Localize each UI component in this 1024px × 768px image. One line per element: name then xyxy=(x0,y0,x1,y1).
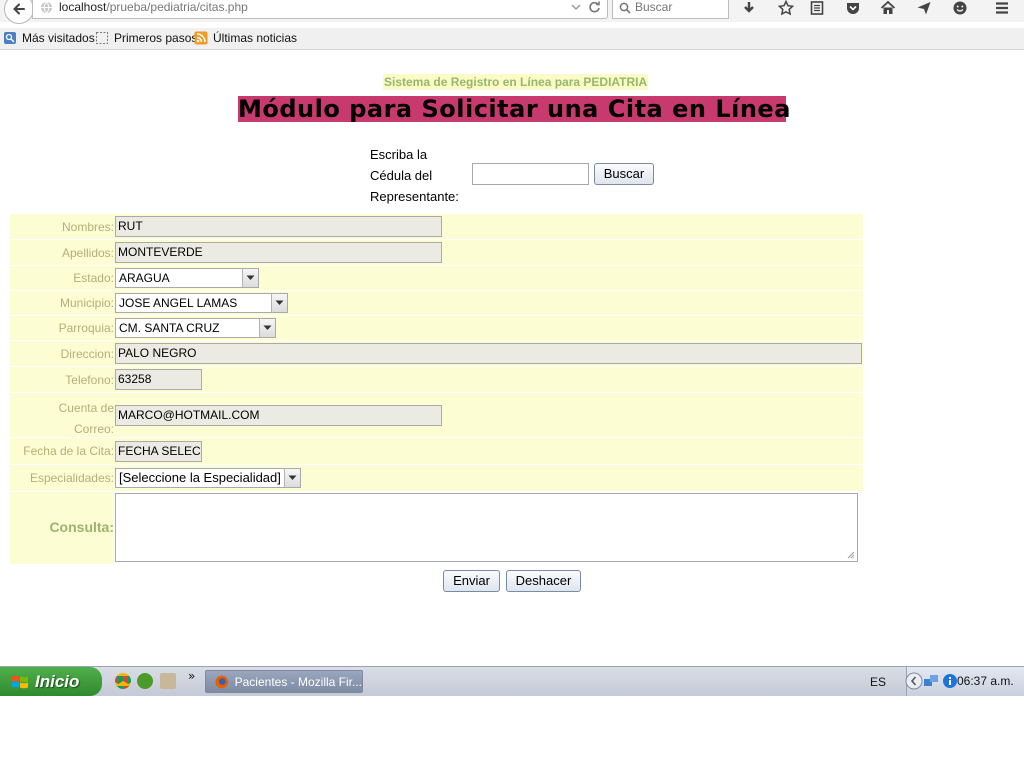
correo-field[interactable]: MARCO@HOTMAIL.COM xyxy=(115,405,442,426)
correo-label: Cuenta de Correo: xyxy=(58,401,114,436)
menu-button[interactable] xyxy=(991,0,1013,18)
apellidos-field[interactable]: MONTEVERDE xyxy=(115,242,442,263)
info-icon[interactable] xyxy=(942,673,958,689)
cedula-input[interactable] xyxy=(472,163,589,185)
resize-grip-icon[interactable] xyxy=(847,551,855,559)
row-direccion: Direccion: PALO NEGRO xyxy=(10,341,863,366)
bookmarks-bar: Más visitados Primeros pasos Últimas not… xyxy=(0,28,1024,50)
row-estado: Estado: ARAGUA xyxy=(10,266,863,290)
language-indicator[interactable]: ES xyxy=(870,675,886,689)
especialidades-label: Especialidades: xyxy=(29,471,114,485)
bookmark-star-button[interactable] xyxy=(775,0,797,18)
bookmark-mas-visitados[interactable]: Más visitados xyxy=(3,31,95,45)
chrome-icon[interactable] xyxy=(115,673,131,689)
pocket-icon xyxy=(847,3,859,14)
globe-icon xyxy=(41,1,52,14)
pocket-button[interactable] xyxy=(842,0,864,18)
estado-select[interactable]: ARAGUA xyxy=(115,268,259,288)
row-especialidades: Especialidades: [Seleccione la Especiali… xyxy=(10,465,863,491)
hello-button[interactable] xyxy=(949,0,971,18)
chevron-down-icon xyxy=(259,319,275,337)
smiley-icon xyxy=(953,1,967,15)
share-button[interactable] xyxy=(913,0,935,18)
most-visited-icon xyxy=(4,32,16,44)
firefox-icon xyxy=(215,675,229,688)
rss-feed-icon xyxy=(194,31,208,45)
blank-page-icon xyxy=(96,32,108,44)
consulta-textarea[interactable] xyxy=(115,493,858,562)
fecha-field[interactable]: FECHA SELECC xyxy=(115,441,202,462)
download-icon xyxy=(744,2,754,13)
row-municipio: Municipio: JOSE ANGEL LAMAS xyxy=(10,291,863,315)
estado-label: Estado: xyxy=(73,271,114,285)
municipio-label: Municipio: xyxy=(59,296,114,310)
chevron-down-icon xyxy=(271,294,287,312)
windows-logo-icon xyxy=(12,675,28,688)
back-arrow-icon xyxy=(13,3,25,15)
back-button[interactable] xyxy=(4,0,34,24)
network-icon[interactable] xyxy=(923,673,939,689)
send-icon xyxy=(917,2,931,15)
browser-search-input[interactable] xyxy=(635,0,725,14)
row-apellidos: Apellidos: MONTEVERDE xyxy=(10,240,863,265)
enviar-button[interactable]: Enviar xyxy=(443,570,500,592)
direccion-field[interactable]: PALO NEGRO xyxy=(115,343,862,364)
deshacer-button[interactable]: Deshacer xyxy=(506,570,581,592)
chevron-down-icon xyxy=(242,269,258,287)
search-icon xyxy=(619,2,631,14)
page-title: Módulo para Solicitar una Cita en Línea xyxy=(238,95,791,123)
start-button[interactable]: Inicio xyxy=(0,667,102,696)
app-launcher-icon[interactable] xyxy=(137,673,153,689)
star-icon xyxy=(778,0,794,16)
row-parroquia: Parroquia: CM. SANTA CRUZ xyxy=(10,316,863,340)
telefono-label: Telefono: xyxy=(65,373,114,387)
page-subtitle: Sistema de Registro en Línea para PEDIAT… xyxy=(383,74,649,90)
fecha-label: Fecha de la Cita: xyxy=(23,444,114,458)
bookmark-primeros-pasos[interactable]: Primeros pasos xyxy=(95,31,197,45)
browser-search-box[interactable] xyxy=(612,0,729,19)
home-icon xyxy=(880,0,896,14)
nombres-field[interactable]: RUT xyxy=(115,216,442,237)
url-text: localhost/prueba/pediatria/citas.php xyxy=(59,0,248,14)
row-correo: Cuenta de Correo: MARCO@HOTMAIL.COM xyxy=(10,393,863,437)
bookmarks-menu-button[interactable] xyxy=(806,0,828,18)
parroquia-label: Parroquia: xyxy=(58,321,114,335)
clock[interactable]: 06:37 a.m. xyxy=(957,674,1014,688)
bookmark-ultimas-noticias[interactable]: Últimas noticias xyxy=(194,31,297,45)
row-telefono: Telefono: 63258 xyxy=(10,367,863,392)
bookmarks-list-icon xyxy=(810,1,824,15)
reload-icon[interactable] xyxy=(588,1,601,14)
cedula-label: Escriba la Cédula del Representante: xyxy=(370,147,459,204)
apellidos-label: Apellidos: xyxy=(61,246,114,260)
browser-toolbar: localhost/prueba/pediatria/citas.php xyxy=(0,0,1024,24)
telefono-field[interactable]: 63258 xyxy=(115,369,202,390)
taskbar-item-firefox[interactable]: Pacientes - Mozilla Fir... xyxy=(205,670,363,693)
home-button[interactable] xyxy=(877,0,899,18)
calendar-icon[interactable] xyxy=(160,673,176,689)
row-fecha: Fecha de la Cita: FECHA SELECC xyxy=(10,438,863,464)
buscar-button[interactable]: Buscar xyxy=(594,163,654,185)
nombres-label: Nombres: xyxy=(61,220,114,234)
consulta-label: Consulta: xyxy=(49,519,114,535)
parroquia-select[interactable]: CM. SANTA CRUZ xyxy=(115,318,276,338)
url-dropdown-icon[interactable] xyxy=(571,2,581,12)
downloads-button[interactable] xyxy=(738,0,760,18)
direccion-label: Direccion: xyxy=(60,347,114,361)
tray-expand-icon[interactable] xyxy=(905,672,923,690)
hamburger-menu-icon xyxy=(996,2,1008,14)
municipio-select[interactable]: JOSE ANGEL LAMAS xyxy=(115,293,288,313)
more-quicklaunch-icon[interactable]: » xyxy=(188,669,195,683)
url-bar[interactable]: localhost/prueba/pediatria/citas.php xyxy=(32,0,608,19)
especialidades-select[interactable]: [Seleccione la Especialidad] xyxy=(115,468,301,488)
chevron-down-icon xyxy=(284,469,300,487)
row-nombres: Nombres: RUT xyxy=(10,214,863,239)
taskbar: Inicio » Pacientes - Mozilla Fir... ES 0… xyxy=(0,666,1024,696)
